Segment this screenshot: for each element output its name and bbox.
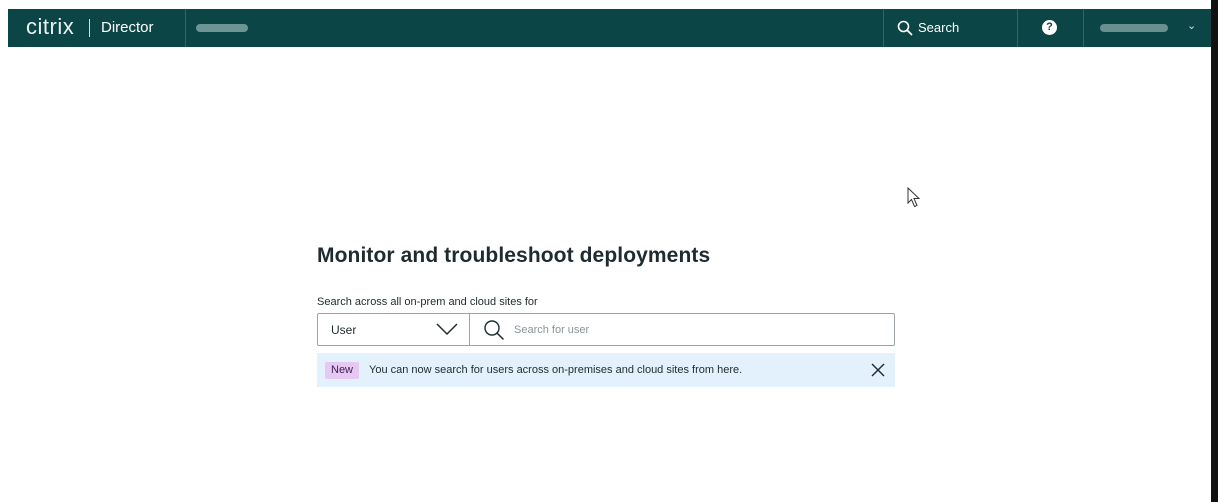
brand-divider [89, 19, 90, 37]
search-caption: Search across all on-prem and cloud site… [317, 296, 538, 308]
chevron-down-icon: ⌄ [1187, 20, 1197, 32]
banner-message: You can now search for users across on-p… [369, 364, 742, 376]
new-badge: New [325, 362, 360, 379]
search-type-value: User [331, 323, 357, 337]
header-search-button[interactable]: Search [883, 9, 1018, 47]
mouse-cursor-icon [907, 187, 921, 208]
citrix-logo[interactable]: citrix [26, 14, 74, 40]
page-title: Monitor and troubleshoot deployments [317, 244, 711, 267]
search-icon [897, 20, 913, 36]
top-navigation-bar: citrix Director Search ? ⌄ [8, 9, 1211, 47]
user-search-input[interactable] [514, 318, 884, 341]
user-menu[interactable]: ⌄ [1083, 9, 1211, 47]
window-edge [1211, 0, 1218, 502]
banner-text-after-link: . [739, 364, 743, 376]
app-window: citrix Director Search ? ⌄ Monitor and t… [0, 0, 1218, 502]
banner-text-before-link: You can now search for users across on-p… [369, 364, 718, 376]
help-icon[interactable]: ? [1042, 20, 1057, 35]
close-icon[interactable] [870, 362, 886, 378]
search-icon [484, 320, 504, 340]
banner-here-link[interactable]: here [717, 364, 739, 376]
chevron-down-icon [436, 323, 458, 336]
top-strip [0, 0, 1211, 9]
search-bar: User [317, 313, 895, 346]
info-banner: New You can now search for users across … [317, 353, 895, 387]
product-name[interactable]: Director [101, 19, 154, 36]
header-divider [185, 9, 186, 47]
search-type-dropdown[interactable]: User [318, 314, 470, 345]
username-redacted [1100, 24, 1168, 32]
site-selector-redacted[interactable] [196, 24, 248, 32]
header-search-label: Search [918, 20, 960, 35]
